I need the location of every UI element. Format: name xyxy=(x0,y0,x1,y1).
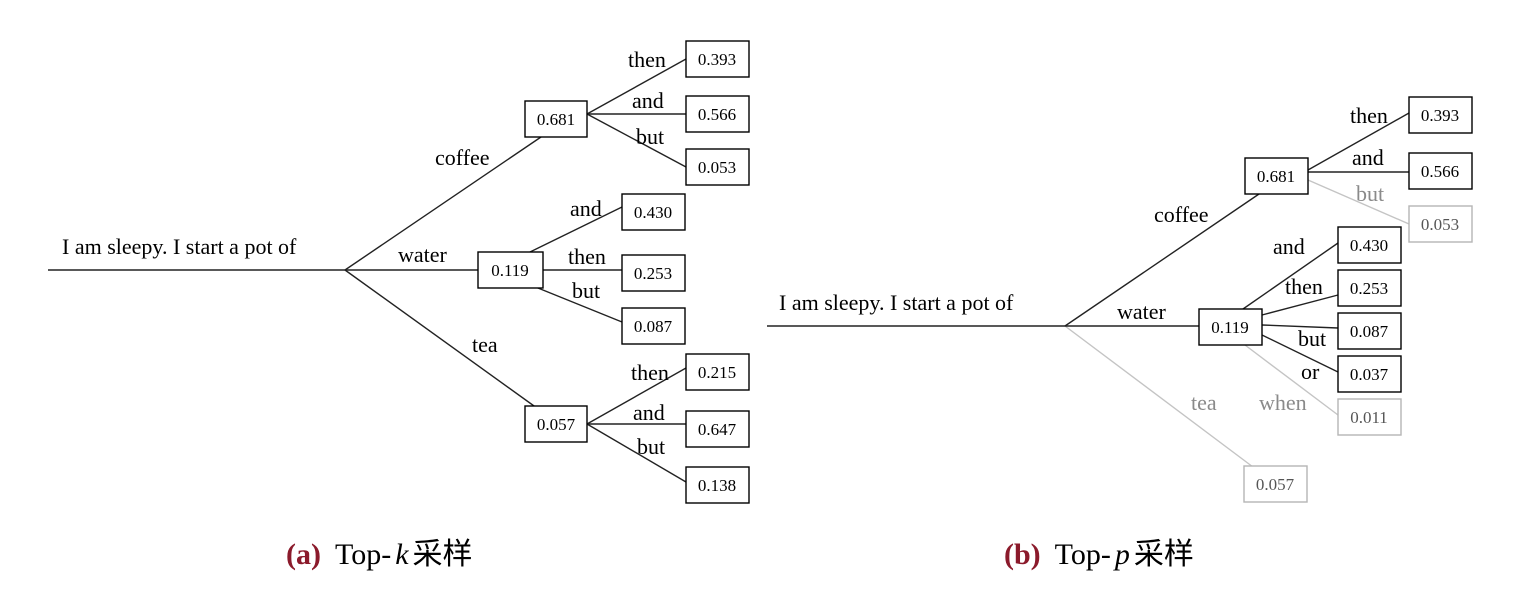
prob-tea-b: 0.057 xyxy=(1256,475,1295,494)
word-coffee-b: coffee xyxy=(1154,202,1209,227)
sampling-trees-figure: I am sleepy. I start a pot of coffee wat… xyxy=(48,40,1473,572)
panel-b: I am sleepy. I start a pot of coffee wat… xyxy=(767,96,1473,572)
prompt-text-b: I am sleepy. I start a pot of xyxy=(779,290,1014,315)
prob-coffee-and-b: 0.566 xyxy=(1421,162,1459,181)
word-water-then-a: then xyxy=(568,244,606,269)
prob-water-then-a: 0.253 xyxy=(634,264,672,283)
caption-a: (a) Top- k 采样 xyxy=(286,537,473,572)
word-water-then-b: then xyxy=(1285,274,1323,299)
prob-water-but-b: 0.087 xyxy=(1350,322,1389,341)
prob-coffee-a: 0.681 xyxy=(537,110,575,129)
caption-a-prefix: Top- xyxy=(335,538,391,571)
prob-coffee-then-a: 0.393 xyxy=(698,50,736,69)
word-water-or-b: or xyxy=(1301,359,1320,384)
word-coffee-but-b: but xyxy=(1356,181,1384,206)
word-tea-then-a: then xyxy=(631,360,669,385)
word-water-and-b: and xyxy=(1273,234,1305,259)
edge-tea-b xyxy=(1064,325,1258,471)
word-tea-a: tea xyxy=(472,332,498,357)
word-tea-b: tea xyxy=(1191,390,1217,415)
prob-tea-but-a: 0.138 xyxy=(698,476,736,495)
word-coffee-then-b: then xyxy=(1350,103,1388,128)
caption-b-suffix: 采样 xyxy=(1134,537,1194,572)
word-water-when-b: when xyxy=(1259,390,1307,415)
prob-water-a: 0.119 xyxy=(491,261,529,280)
word-water-a: water xyxy=(398,242,448,267)
prob-tea-and-a: 0.647 xyxy=(698,420,737,439)
caption-a-letter: (a) xyxy=(286,538,321,571)
word-tea-but-a: but xyxy=(637,434,665,459)
word-coffee-and-a: and xyxy=(632,88,664,113)
prob-tea-a: 0.057 xyxy=(537,415,576,434)
prob-water-when-b: 0.011 xyxy=(1350,408,1388,427)
caption-b: (b) Top- p 采样 xyxy=(1004,537,1194,572)
word-coffee-then-a: then xyxy=(628,47,666,72)
caption-a-var: k xyxy=(395,538,409,571)
prob-coffee-but-a: 0.053 xyxy=(698,158,736,177)
prob-water-and-a: 0.430 xyxy=(634,203,672,222)
prob-coffee-b: 0.681 xyxy=(1257,167,1295,186)
word-coffee-a: coffee xyxy=(435,145,490,170)
prompt-text-a: I am sleepy. I start a pot of xyxy=(62,234,297,259)
caption-a-suffix: 采样 xyxy=(413,537,473,572)
prob-water-but-a: 0.087 xyxy=(634,317,673,336)
prob-water-then-b: 0.253 xyxy=(1350,279,1388,298)
caption-b-prefix: Top- xyxy=(1055,538,1111,571)
word-coffee-but-a: but xyxy=(636,124,664,149)
word-coffee-and-b: and xyxy=(1352,145,1384,170)
prob-coffee-and-a: 0.566 xyxy=(698,105,736,124)
prob-coffee-then-b: 0.393 xyxy=(1421,106,1459,125)
prob-water-and-b: 0.430 xyxy=(1350,236,1388,255)
prob-water-or-b: 0.037 xyxy=(1350,365,1389,384)
word-water-but-a: but xyxy=(572,278,600,303)
prob-coffee-but-b: 0.053 xyxy=(1421,215,1459,234)
word-water-but-b: but xyxy=(1298,326,1326,351)
prob-tea-then-a: 0.215 xyxy=(698,363,736,382)
caption-b-letter: (b) xyxy=(1004,538,1041,571)
word-tea-and-a: and xyxy=(633,400,665,425)
caption-b-var: p xyxy=(1113,538,1130,571)
edge-tea-a xyxy=(344,269,542,412)
word-water-b: water xyxy=(1117,299,1167,324)
word-water-and-a: and xyxy=(570,196,602,221)
prob-water-b: 0.119 xyxy=(1211,318,1249,337)
panel-a: I am sleepy. I start a pot of coffee wat… xyxy=(48,40,750,572)
